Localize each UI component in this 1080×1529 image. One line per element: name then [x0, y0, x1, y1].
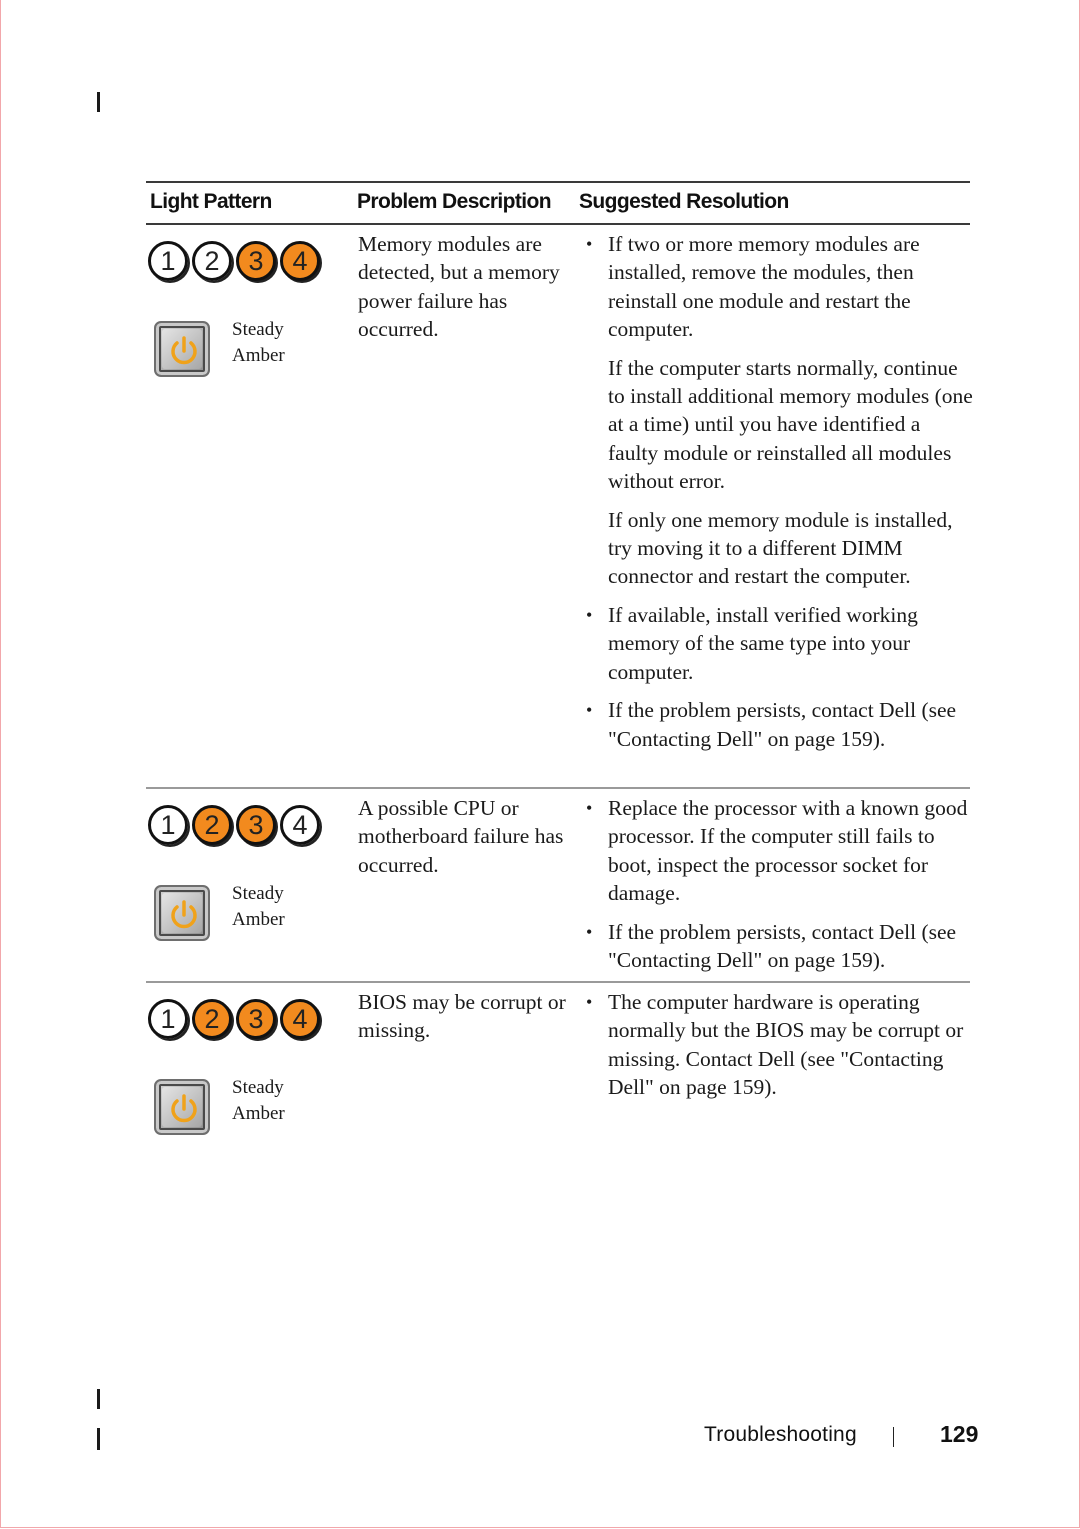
power-light-state: Steady Amber [232, 1075, 285, 1127]
diagnostic-light-1-off-icon: 1 [148, 999, 188, 1039]
diagnostic-light-3-on-icon: 3 [236, 999, 276, 1039]
power-light-state: Steady Amber [232, 881, 285, 933]
diagnostic-light-3-on-icon: 3 [236, 241, 276, 281]
table-row: 1 2 3 4 Steady Amber BIOS may be corrupt or mi… [146, 983, 970, 1173]
power-state-line2: Amber [232, 1103, 285, 1124]
problem-description: A possible CPU or motherboard failure ha… [358, 796, 564, 877]
header-suggested-resolution: Suggested Resolution [579, 190, 789, 213]
diagnostic-light-2-on-icon: 2 [192, 999, 232, 1039]
table-body: 1 2 3 4 Steady Amber Memory modules are detect… [146, 225, 973, 1173]
bullet-icon: • [586, 921, 593, 942]
power-button-icon [154, 321, 210, 377]
crop-mark-bottom-2 [97, 1428, 100, 1450]
suggested-resolution: • Replace the processor with a known good… [580, 794, 975, 984]
suggested-resolution: • The computer hardware is operating norm… [580, 988, 975, 1112]
diagnostic-lights: 1234 [148, 999, 320, 1039]
footer-separator [893, 1427, 894, 1447]
resolution-bullet: • If the problem persists, contact Dell (… [580, 696, 975, 753]
power-button-icon [154, 1079, 210, 1135]
resolution-bullet: • The computer hardware is operating norm… [580, 988, 975, 1102]
resolution-text: The computer hardware is operating norma… [608, 990, 964, 1100]
bullet-icon: • [586, 992, 593, 1012]
diagnostic-light-4-on-icon: 4 [280, 999, 320, 1039]
table-row: 1 2 3 4 Steady Amber Memory modules are detect… [146, 225, 973, 789]
bullet-icon: • [586, 604, 593, 625]
resolution-text: If the computer starts normally, continu… [608, 355, 973, 494]
problem-description: BIOS may be corrupt or missing. [358, 990, 566, 1043]
diagnostic-light-3-on-icon: 3 [236, 805, 276, 845]
resolution-text: If only one memory module is installed, … [608, 507, 953, 589]
table-row: 1 2 3 4 Steady Amber A possible CPU or motherb… [146, 789, 970, 983]
bullet-icon: • [586, 798, 593, 818]
crop-mark-bottom-1 [97, 1389, 100, 1409]
problem-description: Memory modules are detected, but a memor… [358, 232, 560, 342]
diagnostic-light-1-off-icon: 1 [148, 241, 188, 281]
power-button-icon [154, 885, 210, 941]
resolution-bullet: • If the problem persists, contact Dell (… [580, 918, 975, 975]
resolution-text: Replace the processor with a known good … [608, 796, 968, 906]
resolution-paragraph: If only one memory module is installed, … [580, 506, 975, 591]
power-state-line2: Amber [232, 345, 285, 366]
power-state-line2: Amber [232, 909, 285, 930]
bullet-icon: • [586, 700, 593, 721]
resolution-text: If available, install verified working m… [608, 602, 918, 684]
diagnostic-light-4-on-icon: 4 [280, 241, 320, 281]
resolution-text: If the problem persists, contact Dell (s… [608, 698, 957, 751]
diagnostic-light-2-on-icon: 2 [192, 805, 232, 845]
resolution-bullet: • If available, install verified working … [580, 601, 975, 686]
resolution-paragraph: If the computer starts normally, continu… [580, 354, 975, 496]
resolution-bullet: • Replace the processor with a known good… [580, 794, 975, 908]
diagnostic-lights: 1234 [148, 241, 320, 281]
page-number: 129 [940, 1421, 979, 1447]
diagnostic-light-1-off-icon: 1 [148, 805, 188, 845]
diagnostic-light-2-off-icon: 2 [192, 241, 232, 281]
power-state-line1: Steady [232, 883, 284, 904]
diagnostic-light-4-off-icon: 4 [280, 805, 320, 845]
power-state-line1: Steady [232, 1077, 284, 1098]
bullet-icon: • [586, 234, 593, 254]
crop-mark-top [97, 92, 100, 112]
header-problem-description: Problem Description [357, 190, 552, 213]
header-light-pattern: Light Pattern [150, 190, 272, 213]
table-header: Light Pattern Problem Description Sugges… [146, 181, 970, 225]
resolution-text: If two or more memory modules are instal… [608, 232, 920, 342]
resolution-bullet: • If two or more memory modules are insta… [580, 230, 975, 344]
suggested-resolution: • If two or more memory modules are insta… [580, 230, 975, 763]
light-pattern-table: Light Pattern Problem Description Sugges… [146, 181, 973, 1173]
resolution-text: If the problem persists, contact Dell (s… [608, 919, 957, 973]
footer-section-title: Troubleshooting [704, 1423, 857, 1446]
diagnostic-lights: 1234 [148, 805, 320, 845]
power-state-line1: Steady [232, 319, 284, 340]
power-light-state: Steady Amber [232, 317, 285, 369]
